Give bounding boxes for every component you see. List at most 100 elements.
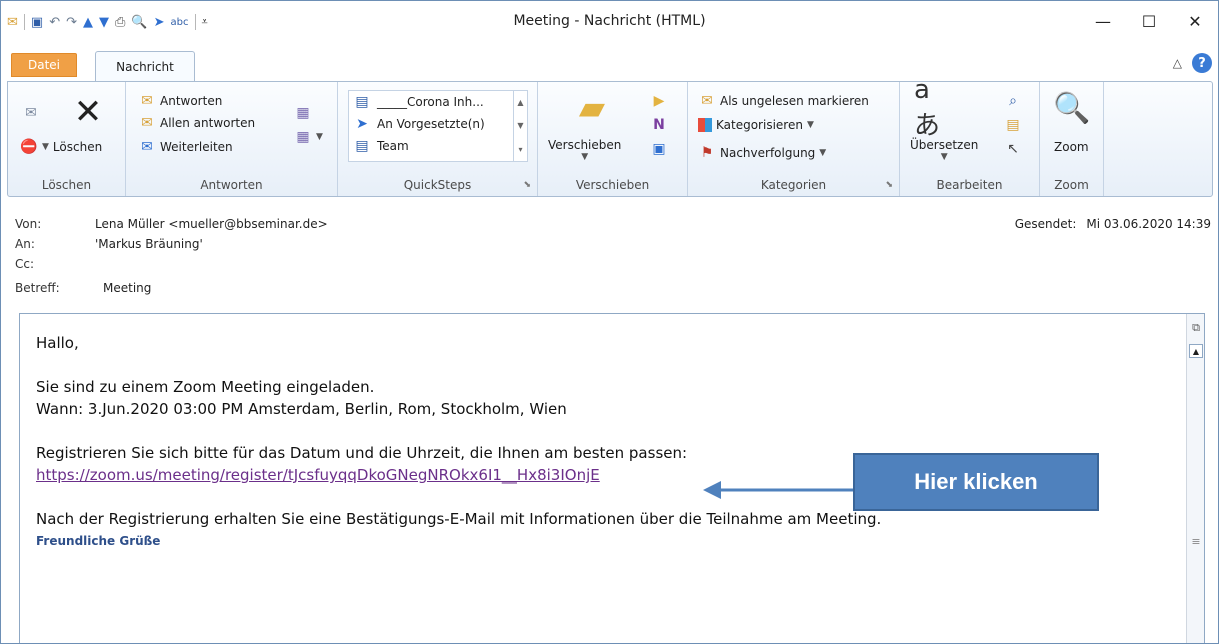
quickstep-label: Team: [377, 139, 409, 153]
scroll-down-icon[interactable]: ▼: [517, 114, 523, 137]
delete-x-icon[interactable]: ✕: [68, 92, 108, 132]
dropdown-arrow-icon: ▼: [42, 142, 49, 152]
flag-icon: ⚑: [700, 145, 714, 161]
junk-icon: ⛔: [20, 139, 38, 155]
followup-button[interactable]: ⚑ Nachverfolgung ▼: [698, 144, 827, 162]
annotation-arrow-icon: [703, 481, 853, 499]
group-respond: ✉ Antworten ✉ Allen antworten ✉ Weiterle…: [126, 82, 338, 196]
scroll-up-icon[interactable]: ▲: [1189, 344, 1203, 358]
subject-label: Betreff:: [15, 281, 60, 295]
cc-label: Cc:: [15, 257, 35, 271]
minimize-button[interactable]: —: [1080, 1, 1126, 41]
move-folder-icon[interactable]: ▰: [572, 88, 612, 128]
quickstep-item[interactable]: ▤ _____Corona Inh...: [349, 91, 527, 113]
when-text: Wann: 3.Jun.2020 03:00 PM Amsterdam, Ber…: [36, 400, 567, 418]
expand-gallery-icon[interactable]: ▾: [518, 138, 522, 161]
quickstep-icon: ▤: [355, 94, 369, 110]
translate-icon[interactable]: aあ: [914, 75, 954, 141]
ribbon-right-controls: △ ?: [1173, 53, 1212, 73]
group-label-move: Verschieben: [575, 178, 650, 192]
collapse-ribbon-icon[interactable]: △: [1173, 56, 1182, 70]
actions-icon[interactable]: ▣: [650, 140, 668, 158]
categorize-label: Kategorisieren: [716, 118, 803, 132]
register-link[interactable]: https://zoom.us/meeting/register/tJcsfuy…: [36, 466, 600, 484]
onenote-icon[interactable]: N: [650, 116, 668, 134]
ribbon: ✉ ✕ ⛔ ▼ Löschen Löschen ✉ Antworten ✉ Al…: [7, 75, 1213, 197]
dropdown-arrow-icon: ▼: [316, 132, 323, 142]
quickstep-item[interactable]: ▤ Team: [349, 135, 527, 157]
find-icon[interactable]: ⌕: [1004, 92, 1022, 110]
unread-mail-icon: ✉: [701, 93, 713, 109]
quicksteps-scroll[interactable]: ▲ ▼ ▾: [513, 91, 527, 161]
group-label-tags: Kategorien: [760, 178, 827, 192]
ribbon-tabs: Datei Nachricht △ ?: [1, 45, 1218, 81]
reply-all-button[interactable]: ✉ Allen antworten: [138, 114, 255, 132]
confirmation-text: Nach der Registrierung erhalten Sie eine…: [36, 510, 882, 528]
reply-button[interactable]: ✉ Antworten: [138, 92, 222, 110]
from-value[interactable]: Lena Müller <mueller@bbseminar.de>: [95, 217, 328, 231]
dropdown-arrow-icon: ▼: [940, 152, 948, 162]
zoom-button[interactable]: Zoom: [1054, 140, 1089, 154]
forward-button[interactable]: ✉ Weiterleiten: [138, 138, 233, 156]
vertical-scrollbar[interactable]: ⧉ ▲ ≡: [1186, 314, 1204, 643]
quickstep-label: _____Corona Inh...: [377, 95, 484, 109]
categorize-button[interactable]: Kategorisieren ▼: [698, 118, 814, 132]
sent-label: Gesendet:: [1014, 217, 1077, 231]
meeting-icon[interactable]: ▦: [294, 104, 312, 122]
translate-button[interactable]: Übersetzen ▼: [910, 138, 978, 162]
group-editing: aあ Übersetzen ▼ ⌕ ▤ ↖ Bearbeiten: [900, 75, 1040, 196]
followup-label: Nachverfolgung: [720, 146, 816, 160]
group-move: ▰ Verschieben ▼ ▶ N ▣ Verschieben: [538, 82, 688, 196]
group-delete: ✉ ✕ ⛔ ▼ Löschen Löschen: [8, 82, 126, 196]
zoom-icon[interactable]: 🔍: [1052, 88, 1092, 128]
from-row: Von: Lena Müller <mueller@bbseminar.de>: [15, 217, 328, 231]
group-label-delete: Löschen: [41, 178, 92, 192]
dialog-launcher-icon[interactable]: ⬊: [885, 180, 893, 190]
close-button[interactable]: ✕: [1172, 1, 1218, 41]
help-icon[interactable]: ?: [1192, 53, 1212, 73]
tab-file[interactable]: Datei: [11, 53, 77, 77]
register-text: Registrieren Sie sich bitte für das Datu…: [36, 444, 688, 462]
quickstep-icon: ▤: [355, 138, 369, 154]
group-label-zoom: Zoom: [1054, 178, 1089, 192]
move-label: Verschieben: [548, 138, 622, 152]
window-title: Meeting - Nachricht (HTML): [513, 13, 706, 29]
group-label-respond: Antworten: [200, 178, 263, 192]
maximize-button[interactable]: ☐: [1126, 1, 1172, 41]
tab-message[interactable]: Nachricht: [95, 51, 195, 81]
categorize-icon: [698, 118, 712, 132]
rules-icon[interactable]: ▶: [650, 92, 668, 110]
sent-value: Mi 03.06.2020 14:39: [1086, 217, 1211, 231]
quickstep-icon: ➤: [356, 116, 368, 132]
message-header: Von: Lena Müller <mueller@bbseminar.de> …: [7, 209, 1213, 305]
quicksteps-gallery: ▤ _____Corona Inh... ➤ An Vorgesetzte(n)…: [348, 90, 528, 162]
invite-text: Sie sind zu einem Zoom Meeting eingelade…: [36, 378, 375, 396]
from-label: Von:: [15, 217, 42, 231]
mark-unread-button[interactable]: ✉ Als ungelesen markieren: [698, 92, 869, 110]
to-row: An: 'Markus Bräuning': [15, 237, 203, 251]
window-controls: — ☐ ✕: [1080, 1, 1218, 41]
to-value[interactable]: 'Markus Bräuning': [95, 237, 203, 251]
greeting-text: Hallo,: [36, 334, 79, 352]
quickstep-label: An Vorgesetzte(n): [377, 117, 485, 131]
group-tags: ✉ Als ungelesen markieren Kategorisieren…: [688, 82, 900, 196]
related-icon[interactable]: ▤: [1004, 116, 1022, 134]
reply-icon: ✉: [141, 93, 153, 109]
dropdown-arrow-icon: ▼: [581, 152, 589, 162]
callout-box: Hier klicken: [853, 453, 1099, 511]
more-respond-button[interactable]: ▦ ▼: [294, 128, 323, 146]
delete-button[interactable]: ⛔ ▼ Löschen: [20, 138, 102, 156]
ignore-icon[interactable]: ✉: [22, 104, 40, 122]
forward-icon: ✉: [141, 139, 153, 155]
select-icon[interactable]: ↖: [1004, 140, 1022, 158]
view-icon[interactable]: ⧉: [1189, 318, 1203, 338]
scroll-grip-icon[interactable]: ≡: [1189, 534, 1203, 548]
dropdown-arrow-icon: ▼: [819, 148, 827, 158]
move-button[interactable]: Verschieben ▼: [548, 138, 621, 162]
dropdown-arrow-icon: ▼: [806, 120, 814, 130]
dialog-launcher-icon[interactable]: ⬊: [523, 180, 531, 190]
group-label-quicksteps: QuickSteps: [403, 178, 472, 192]
scroll-up-icon[interactable]: ▲: [517, 91, 523, 114]
outlook-message-window: ✉ ▣ ↶ ↷ ▲ ▼ ⎙ 🔍 ➤ abc ⩡ Meeting - Nachri…: [0, 0, 1219, 644]
quickstep-item[interactable]: ➤ An Vorgesetzte(n): [349, 113, 527, 135]
